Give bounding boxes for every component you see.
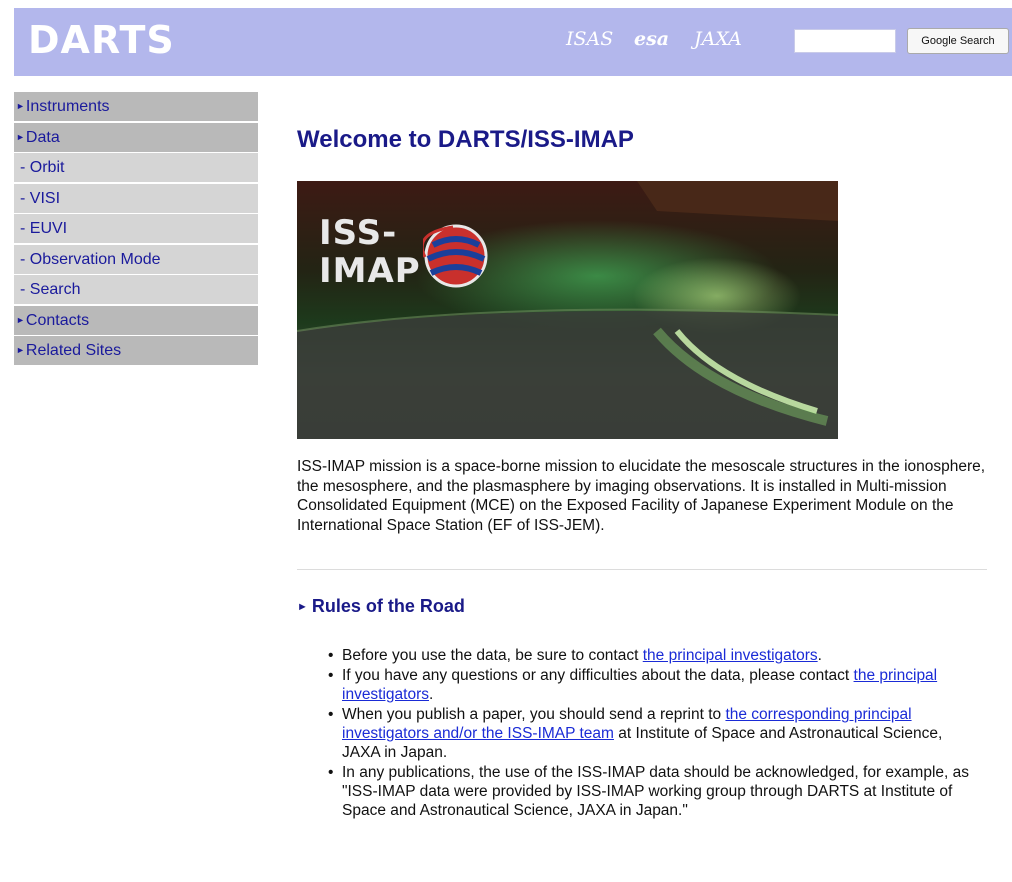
sidebar-item-visi[interactable]: - VISI [14, 183, 258, 213]
rule-text: When you publish a paper, you should sen… [342, 706, 726, 723]
isas-logo[interactable]: ISAS [566, 28, 613, 50]
rules-heading: ► Rules of the Road [297, 596, 465, 617]
sidebar-item-label: Related Sites [25, 342, 122, 359]
sidebar-item-observation-mode[interactable]: - Observation Mode [14, 244, 258, 274]
search-input[interactable] [794, 29, 896, 53]
divider [297, 569, 987, 570]
page-title: Welcome to DARTS/ISS-IMAP [297, 126, 634, 153]
logo-text-line1: ISS- [319, 213, 398, 253]
jaxa-logo[interactable]: JAXA [694, 28, 742, 50]
triangle-right-icon: ► [16, 314, 25, 325]
header-bar: DARTS ISAS esa JAXA Google Search [14, 8, 1012, 76]
iss-imap-logo: ISS- IMAP [319, 213, 489, 299]
rule-text: . [429, 686, 434, 703]
list-item: Before you use the data, be sure to cont… [328, 646, 978, 665]
intro-paragraph: ISS-IMAP mission is a space-borne missio… [297, 458, 986, 534]
rules-list: Before you use the data, be sure to cont… [328, 646, 978, 821]
sidebar-item-orbit[interactable]: - Orbit [14, 153, 258, 182]
logo-text-line2: IMAP [319, 251, 421, 291]
sidebar-nav: ►Instruments ►Data - Orbit - VISI - EUVI… [14, 92, 258, 367]
hero-image: ISS- IMAP [297, 181, 838, 439]
sidebar-item-instruments[interactable]: ►Instruments [14, 92, 258, 121]
sidebar-item-euvi[interactable]: - EUVI [14, 214, 258, 243]
list-item: If you have any questions or any difficu… [328, 666, 978, 704]
globe-icon [423, 224, 488, 288]
principal-investigators-link[interactable]: the principal investigators [643, 647, 818, 664]
sidebar-item-label: Instruments [25, 98, 110, 115]
triangle-right-icon: ► [16, 131, 25, 142]
sidebar-item-search[interactable]: - Search [14, 275, 258, 304]
sidebar-item-contacts[interactable]: ►Contacts [14, 305, 258, 335]
sidebar-item-data[interactable]: ►Data [14, 122, 258, 152]
rule-text: . [817, 647, 822, 664]
sidebar-item-related-sites[interactable]: ►Related Sites [14, 336, 258, 365]
list-item: In any publications, the use of the ISS-… [328, 763, 978, 820]
rules-heading-label: Rules of the Road [311, 596, 465, 616]
rule-text: In any publications, the use of the ISS-… [342, 764, 969, 819]
triangle-right-icon: ► [16, 345, 25, 355]
triangle-right-icon: ► [297, 601, 308, 613]
sidebar-item-label: Data [25, 128, 60, 146]
google-search-button[interactable]: Google Search [907, 28, 1009, 54]
esa-logo[interactable]: esa [634, 28, 669, 50]
rule-text: Before you use the data, be sure to cont… [342, 647, 643, 664]
darts-logo[interactable]: DARTS [28, 18, 175, 62]
triangle-right-icon: ► [16, 101, 25, 111]
sidebar-item-label: Contacts [25, 311, 90, 329]
list-item: When you publish a paper, you should sen… [328, 705, 978, 762]
rule-text: If you have any questions or any difficu… [342, 667, 854, 684]
